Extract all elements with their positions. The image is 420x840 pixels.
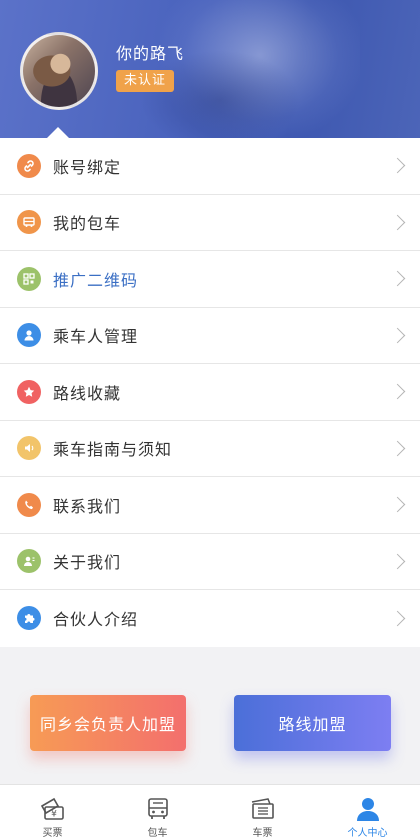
ticket-icon	[248, 794, 278, 824]
star-icon	[17, 379, 41, 404]
menu-item-label: 我的包车	[53, 214, 122, 234]
menu-item-label: 推广二维码	[53, 270, 139, 290]
menu-item-my-charter[interactable]: 我的包车	[0, 194, 420, 251]
speaker-icon	[17, 436, 41, 461]
menu-item-label: 路线收藏	[53, 383, 122, 403]
puzzle-icon	[17, 606, 41, 631]
menu-item-riding-guide[interactable]: 乘车指南与须知	[0, 420, 420, 477]
chevron-right-icon	[389, 496, 406, 513]
profile-header: 你的路飞 未认证	[0, 0, 420, 138]
phone-icon	[17, 492, 41, 517]
chevron-right-icon	[389, 157, 406, 174]
hometown-association-join-button[interactable]: 同乡会负责人加盟	[30, 695, 186, 751]
tab-label: 个人中心	[347, 828, 388, 839]
svg-text:¥: ¥	[51, 810, 57, 820]
username: 你的路飞	[116, 44, 185, 63]
menu-item-passenger-management[interactable]: 乘车人管理	[0, 307, 420, 364]
menu-item-label: 合伙人介绍	[53, 610, 139, 630]
bus-icon	[17, 210, 41, 235]
bottom-tab-bar: ¥ 买票 包车 车票 个人中心	[0, 784, 420, 840]
menu-item-label: 联系我们	[53, 496, 122, 516]
route-join-button[interactable]: 路线加盟	[234, 695, 391, 751]
charter-bus-icon	[143, 794, 173, 824]
chevron-right-icon	[389, 214, 406, 231]
tab-charter[interactable]: 包车	[105, 785, 210, 840]
menu-item-promo-qrcode[interactable]: 推广二维码	[0, 251, 420, 308]
header-pointer	[47, 127, 69, 138]
chevron-right-icon	[389, 270, 406, 287]
menu-item-contact-us[interactable]: 联系我们	[0, 477, 420, 534]
menu-item-about-us[interactable]: 关于我们	[0, 533, 420, 590]
menu-item-route-favorites[interactable]: 路线收藏	[0, 364, 420, 421]
menu-item-label: 乘车指南与须知	[53, 440, 173, 460]
tab-label: 买票	[42, 828, 63, 839]
profile-icon	[353, 794, 383, 824]
person-icon	[17, 323, 41, 348]
tab-tickets[interactable]: 车票	[210, 785, 315, 840]
chevron-right-icon	[389, 327, 406, 344]
link-icon	[17, 153, 41, 178]
tab-label: 车票	[252, 828, 273, 839]
settings-menu: 账号绑定 我的包车 推广二维码 乘车人管理 路线收藏 乘车指南与须知 联系我们 …	[0, 138, 420, 647]
menu-item-label: 乘车人管理	[53, 327, 139, 347]
tab-label: 包车	[147, 828, 168, 839]
verification-status-badge[interactable]: 未认证	[116, 70, 175, 92]
menu-item-label: 账号绑定	[53, 157, 122, 177]
tab-profile[interactable]: 个人中心	[315, 785, 420, 840]
menu-item-partner-intro[interactable]: 合伙人介绍	[0, 590, 420, 647]
tab-buy-ticket[interactable]: ¥ 买票	[0, 785, 105, 840]
buy-ticket-icon: ¥	[38, 794, 68, 824]
avatar[interactable]	[20, 32, 98, 110]
menu-item-account-binding[interactable]: 账号绑定	[0, 138, 420, 195]
chevron-right-icon	[389, 553, 406, 570]
qrcode-icon	[17, 266, 41, 291]
chevron-right-icon	[389, 440, 406, 457]
chevron-right-icon	[389, 610, 406, 627]
menu-item-label: 关于我们	[53, 553, 122, 573]
chevron-right-icon	[389, 383, 406, 400]
contact-icon	[17, 549, 41, 574]
